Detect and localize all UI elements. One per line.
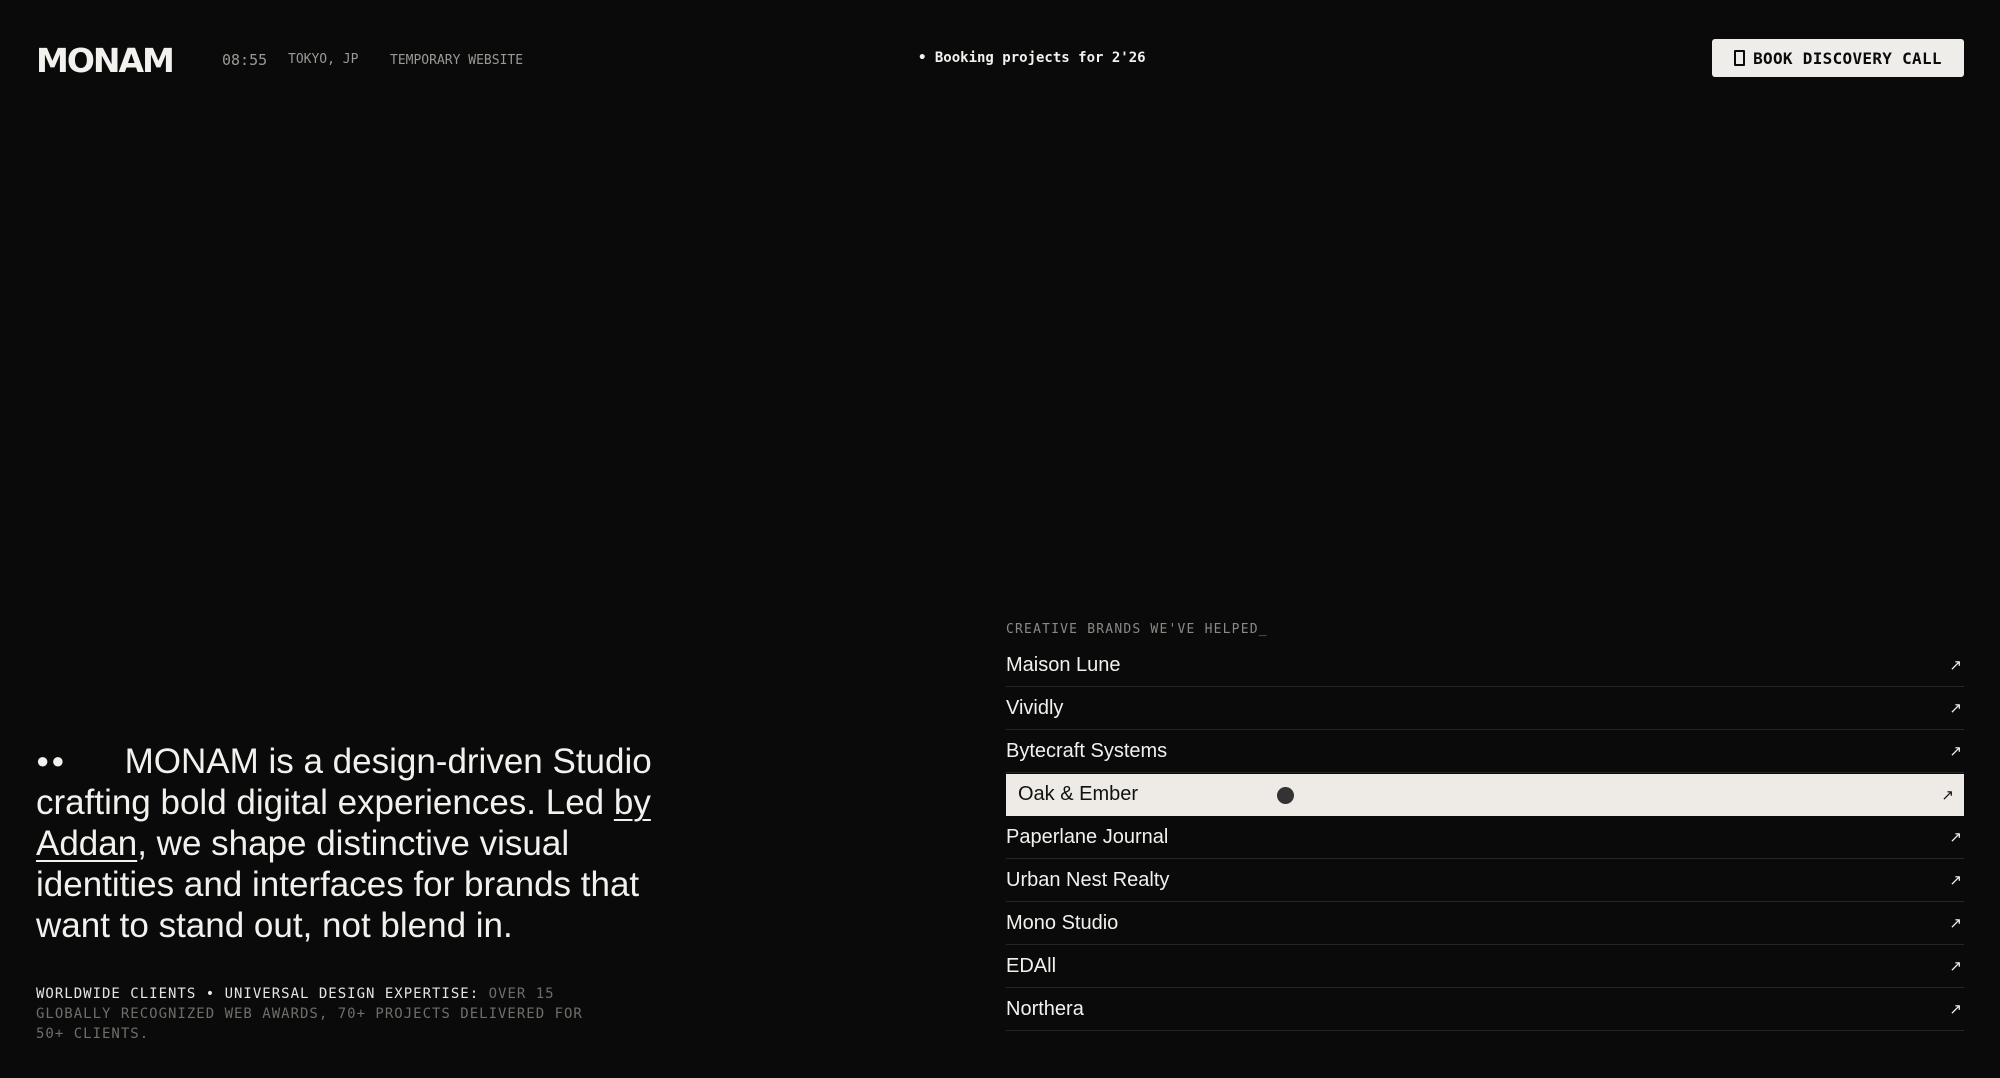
intro-text-start: MONAM is a design-driven Studio crafting…: [36, 742, 652, 822]
phone-icon: [1734, 50, 1746, 66]
arrow-up-right-icon: ↗: [1949, 829, 1962, 846]
cta-label: BOOK DISCOVERY CALL: [1753, 48, 1942, 68]
book-discovery-call-button[interactable]: BOOK DISCOVERY CALL: [1712, 39, 1964, 77]
client-item[interactable]: EDAll ↗: [1006, 945, 1964, 988]
stats-highlight: WORLDWIDE CLIENTS • UNIVERSAL DESIGN EXP…: [36, 986, 480, 1002]
arrow-up-right-icon: ↗: [1949, 915, 1962, 932]
intro-paragraph: ●● MONAM is a design-driven Studio crafti…: [36, 740, 686, 946]
cursor-dot-icon: [1277, 787, 1294, 804]
client-list: Maison Lune ↗ Vividly ↗ Bytecraft Systems ↗ Oa…: [1006, 644, 1964, 1031]
arrow-up-right-icon: ↗: [1949, 1001, 1962, 1018]
client-name: Mono Studio: [1006, 911, 1119, 934]
booking-status: • Booking projects for 2'26: [918, 50, 1146, 66]
stats-summary: WORLDWIDE CLIENTS • UNIVERSAL DESIGN EXP…: [36, 984, 596, 1044]
client-item[interactable]: Vividly ↗: [1006, 687, 1964, 730]
client-item[interactable]: Bytecraft Systems ↗: [1006, 730, 1964, 773]
client-name: EDAll: [1006, 954, 1057, 977]
client-item[interactable]: Maison Lune ↗: [1006, 644, 1964, 687]
client-item[interactable]: Urban Nest Realty ↗: [1006, 859, 1964, 902]
clients-heading: CREATIVE BRANDS WE'VE HELPED_: [1006, 622, 1268, 637]
client-name: Bytecraft Systems: [1006, 739, 1168, 762]
logo[interactable]: MONAM: [36, 42, 175, 80]
client-name: Northera: [1006, 997, 1084, 1020]
arrow-up-right-icon: ↗: [1941, 786, 1954, 804]
client-name: Paperlane Journal: [1006, 825, 1169, 848]
client-item[interactable]: Northera ↗: [1006, 988, 1964, 1031]
client-item[interactable]: Paperlane Journal ↗: [1006, 816, 1964, 859]
client-name: Oak & Ember: [1018, 783, 1139, 805]
client-item[interactable]: Oak & Ember ↗: [1006, 774, 1964, 816]
arrow-up-right-icon: ↗: [1949, 657, 1962, 674]
local-time: 08:55: [222, 51, 268, 69]
client-item[interactable]: Mono Studio ↗: [1006, 902, 1964, 945]
arrow-up-right-icon: ↗: [1949, 958, 1962, 975]
arrow-up-right-icon: ↗: [1949, 743, 1962, 760]
location-label: TOKYO, JP: [288, 52, 359, 67]
client-name: Vividly: [1006, 696, 1064, 719]
arrow-up-right-icon: ↗: [1949, 700, 1962, 717]
client-name: Urban Nest Realty: [1006, 868, 1170, 891]
dots-icon: ●●: [36, 748, 67, 773]
site-note: TEMPORARY WEBSITE: [390, 53, 524, 68]
arrow-up-right-icon: ↗: [1949, 872, 1962, 889]
client-name: Maison Lune: [1006, 653, 1121, 676]
